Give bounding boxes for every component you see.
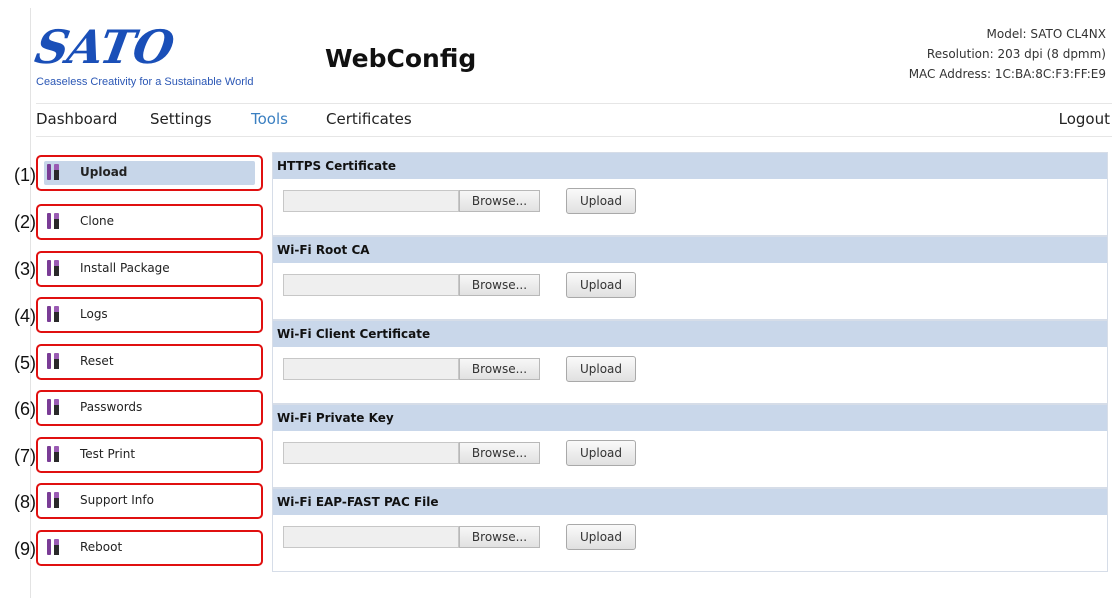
sidebar-item-upload[interactable]: Upload (36, 155, 263, 191)
panel-title: Wi-Fi EAP-FAST PAC File (277, 495, 439, 509)
resolution-text: Resolution: 203 dpi (8 dpmm) (926, 47, 1106, 61)
header-divider (36, 103, 1112, 104)
sidebar-item-label: Reboot (80, 540, 123, 554)
panel-title: Wi-Fi Private Key (277, 411, 394, 425)
sidebar-item-label: Logs (80, 307, 108, 321)
annotation-label: (9) (14, 539, 36, 559)
sidebar-item-install-package[interactable]: Install Package (36, 251, 263, 287)
panel-wifi-root-ca: Wi-Fi Root CA Browse... Upload (272, 236, 1108, 320)
browse-button[interactable]: Browse... (459, 358, 540, 380)
annotation-label: (5) (14, 353, 36, 373)
upload-button[interactable]: Upload (566, 440, 636, 466)
tools-icon (47, 539, 59, 555)
panel-wifi-client-certificate: Wi-Fi Client Certificate Browse... Uploa… (272, 320, 1108, 404)
sidebar-item-label: Test Print (80, 447, 136, 461)
tools-icon (47, 446, 59, 462)
tools-icon (47, 164, 59, 180)
sidebar-item-label: Reset (80, 354, 114, 368)
file-path-field[interactable] (283, 442, 459, 464)
sidebar-item-reboot[interactable]: Reboot (36, 530, 263, 566)
tools-icon (47, 353, 59, 369)
panel-wifi-private-key: Wi-Fi Private Key Browse... Upload (272, 404, 1108, 488)
nav-certificates[interactable]: Certificates (326, 110, 412, 128)
annotation-label: (3) (14, 259, 36, 279)
browse-button[interactable]: Browse... (459, 442, 540, 464)
sidebar-item-logs[interactable]: Logs (36, 297, 263, 333)
nav-logout[interactable]: Logout (1059, 110, 1110, 128)
device-info: Model: SATO CL4NX Resolution: 203 dpi (8… (909, 24, 1106, 84)
sidebar-item-label: Upload (80, 165, 128, 179)
tools-icon (47, 306, 59, 322)
file-path-field[interactable] (283, 190, 459, 212)
nav-settings[interactable]: Settings (150, 110, 212, 128)
sidebar-item-reset[interactable]: Reset (36, 344, 263, 380)
tools-icon (47, 260, 59, 276)
panel-wifi-eap-fast-pac-file: Wi-Fi EAP-FAST PAC File Browse... Upload (272, 488, 1108, 572)
annotation-label: (7) (14, 446, 36, 466)
panel-title: HTTPS Certificate (277, 159, 396, 173)
mac-address-text: MAC Address: 1C:BA:8C:F3:FF:E9 (908, 67, 1106, 81)
sidebar-item-support-info[interactable]: Support Info (36, 483, 263, 519)
annotation-label: (4) (14, 306, 36, 326)
nav-dashboard[interactable]: Dashboard (36, 110, 117, 128)
nav-tools[interactable]: Tools (251, 110, 288, 128)
nav-divider (36, 136, 1112, 137)
tools-icon (47, 213, 59, 229)
annotation-label: (2) (14, 212, 36, 232)
sidebar-item-label: Support Info (80, 493, 154, 507)
logo-tagline: Ceaseless Creativity for a Sustainable W… (36, 76, 254, 88)
file-path-field[interactable] (283, 274, 459, 296)
sidebar-item-label: Clone (80, 214, 115, 228)
panel-title: Wi-Fi Root CA (277, 243, 370, 257)
file-path-field[interactable] (283, 526, 459, 548)
annotation-label: (1) (14, 165, 36, 185)
sidebar-item-clone[interactable]: Clone (36, 204, 263, 240)
logo-wordmark: SATO (31, 20, 178, 74)
panel-title: Wi-Fi Client Certificate (277, 327, 431, 341)
browse-button[interactable]: Browse... (459, 274, 540, 296)
model-text: Model: SATO CL4NX (986, 27, 1107, 41)
sato-logo: SATO Ceaseless Creativity for a Sustaina… (31, 20, 306, 94)
upload-button[interactable]: Upload (566, 188, 636, 214)
sidebar-item-label: Install Package (80, 261, 170, 275)
panel-https-certificate: HTTPS Certificate Browse... Upload (272, 152, 1108, 236)
upload-button[interactable]: Upload (566, 272, 636, 298)
tools-icon (47, 399, 59, 415)
file-path-field[interactable] (283, 358, 459, 380)
upload-button[interactable]: Upload (566, 524, 636, 550)
sidebar-item-label: Passwords (80, 400, 143, 414)
browse-button[interactable]: Browse... (459, 190, 540, 212)
main-nav: Dashboard Settings Tools Certificates Lo… (36, 108, 1110, 132)
app-title: WebConfig (325, 44, 477, 73)
browse-button[interactable]: Browse... (459, 526, 540, 548)
upload-button[interactable]: Upload (566, 356, 636, 382)
annotation-label: (8) (14, 492, 36, 512)
tools-icon (47, 492, 59, 508)
sidebar-item-test-print[interactable]: Test Print (36, 437, 263, 473)
sidebar-item-passwords[interactable]: Passwords (36, 390, 263, 426)
annotation-label: (6) (14, 399, 36, 419)
